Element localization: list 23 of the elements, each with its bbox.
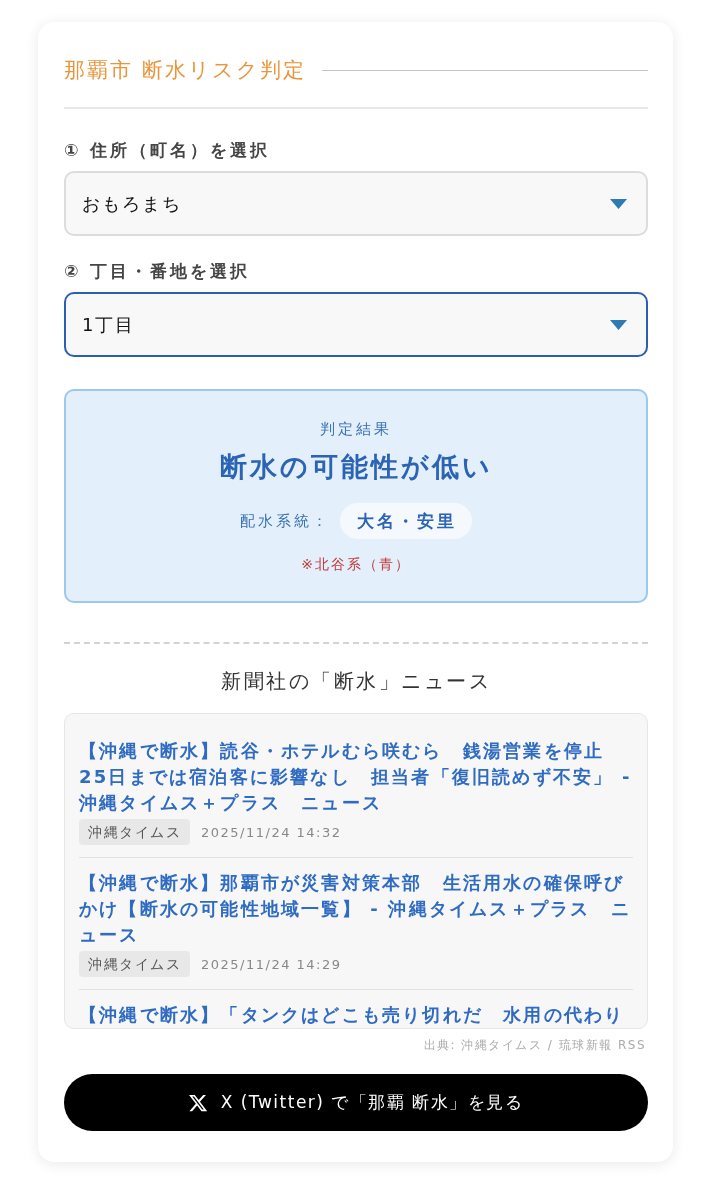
caret-icon <box>610 319 627 330</box>
source-tag: 沖縄タイムス <box>79 951 190 977</box>
x-logo-icon <box>188 1093 207 1112</box>
source-credit: 出典: 沖縄タイムス / 琉球新報 RSS <box>422 1037 647 1053</box>
news-link[interactable]: 【沖縄で断水】読谷・ホテルむら咲むら 銭湯営業を停止 25日までは宿泊客に影響なし 担当者「復旧読めず不安」 - 沖縄タイムス＋プラス ニュース <box>79 738 633 816</box>
news-heading: 新聞社の「断水」ニュース <box>220 668 492 695</box>
x-search-button[interactable]: X (Twitter) で「那覇 断水」を見る <box>64 1074 648 1131</box>
select-field[interactable]: 1丁目 <box>64 292 648 357</box>
news-date: 2025/11/24 14:29 <box>201 956 342 972</box>
result-verdict: 断水の可能性が低い <box>218 450 494 484</box>
result-label: 判定結果 <box>319 419 393 439</box>
field-label: ② 丁目・番地を選択 <box>64 260 252 282</box>
app-title: 那覇市 断水リスク判定 <box>64 58 306 82</box>
field-label: ① 住所（町名）を選択 <box>64 139 272 161</box>
source-tag: 沖縄タイムス <box>79 819 190 845</box>
system-pill: 大名・安里 <box>340 503 472 539</box>
news-link[interactable]: 【沖縄で断水】「タンクはどこも売り切れだ 水用の代わり <box>79 1002 633 1028</box>
caret-icon <box>610 198 627 209</box>
system-label: 配水系統： <box>240 511 330 531</box>
news-link[interactable]: 【沖縄で断水】那覇市が災害対策本部 生活用水の確保呼びかけ【断水の可能性地域一覧】 - 沖縄タイムス＋プラス ニュース <box>79 870 633 948</box>
news-date: 2025/11/24 14:32 <box>201 824 342 840</box>
system-note: ※北谷系（青） <box>300 555 412 574</box>
select-field[interactable]: おもろまち <box>64 171 648 236</box>
